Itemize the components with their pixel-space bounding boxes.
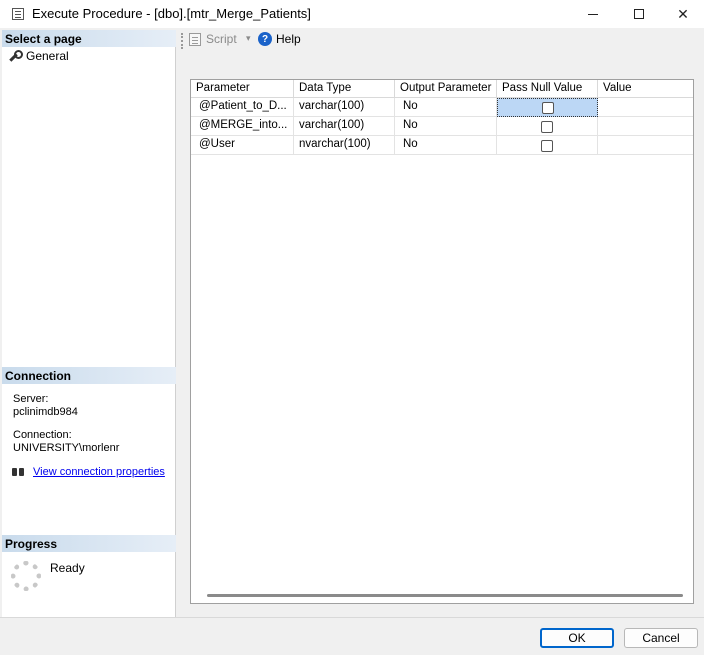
cancel-button[interactable]: Cancel bbox=[624, 628, 698, 648]
close-icon: ✕ bbox=[677, 5, 689, 22]
value-cell[interactable] bbox=[598, 98, 693, 117]
toolbar: Script ▾ ? Help bbox=[178, 30, 704, 52]
data-type-cell[interactable]: varchar(100) bbox=[294, 117, 395, 136]
table-row[interactable]: @Patient_to_D... varchar(100) No bbox=[191, 98, 693, 117]
horizontal-scrollbar[interactable] bbox=[207, 594, 683, 597]
progress-spinner-icon bbox=[11, 561, 41, 591]
data-type-cell[interactable]: varchar(100) bbox=[294, 98, 395, 117]
output-parameter-cell[interactable]: No bbox=[395, 98, 497, 117]
script-dropdown-icon[interactable]: ▾ bbox=[246, 33, 251, 44]
value-cell[interactable] bbox=[598, 136, 693, 155]
select-page-header: Select a page bbox=[2, 30, 176, 47]
toolbar-grip bbox=[181, 33, 183, 49]
parameters-grid: Parameter Data Type Output Parameter Pas… bbox=[190, 79, 694, 604]
help-button[interactable]: ? Help bbox=[258, 32, 301, 46]
server-value: pclinimdb984 bbox=[13, 406, 78, 418]
progress-header: Progress bbox=[2, 535, 176, 552]
view-connection-properties[interactable]: View connection properties bbox=[11, 465, 165, 479]
button-bar: OK Cancel bbox=[0, 617, 704, 655]
minimize-icon bbox=[588, 13, 598, 15]
left-pane: Select a page General Connection Server:… bbox=[2, 30, 176, 617]
server-label: Server: bbox=[13, 393, 49, 405]
column-header-output-parameter[interactable]: Output Parameter bbox=[395, 80, 497, 98]
parameter-cell[interactable]: @MERGE_into... bbox=[191, 117, 294, 136]
output-parameter-cell[interactable]: No bbox=[395, 117, 497, 136]
column-header-data-type[interactable]: Data Type bbox=[294, 80, 395, 98]
grid-header: Parameter Data Type Output Parameter Pas… bbox=[191, 80, 693, 98]
script-label: Script bbox=[206, 32, 237, 46]
output-parameter-cell[interactable]: No bbox=[395, 136, 497, 155]
close-button[interactable]: ✕ bbox=[660, 0, 704, 28]
parameter-cell[interactable]: @Patient_to_D... bbox=[191, 98, 294, 117]
view-connection-properties-link[interactable]: View connection properties bbox=[33, 466, 165, 478]
pass-null-cell[interactable] bbox=[497, 98, 598, 117]
pass-null-cell[interactable] bbox=[497, 117, 598, 136]
pass-null-cell[interactable] bbox=[497, 136, 598, 155]
progress-status: Ready bbox=[50, 561, 85, 575]
connection-value: UNIVERSITY\morlenr bbox=[13, 442, 120, 454]
maximize-button[interactable] bbox=[616, 0, 662, 28]
script-icon bbox=[189, 32, 201, 46]
plug-icon bbox=[11, 465, 25, 479]
nav-item-general[interactable]: General bbox=[8, 49, 69, 63]
pass-null-checkbox[interactable] bbox=[541, 120, 553, 133]
maximize-icon bbox=[634, 9, 644, 19]
parameter-cell[interactable]: @User bbox=[191, 136, 294, 155]
window-title: Execute Procedure - [dbo].[mtr_Merge_Pat… bbox=[32, 6, 311, 21]
script-button[interactable]: Script bbox=[189, 32, 237, 46]
help-icon: ? bbox=[258, 32, 272, 46]
column-header-parameter[interactable]: Parameter bbox=[191, 80, 294, 98]
procedure-icon bbox=[12, 8, 24, 20]
nav-item-label: General bbox=[26, 49, 69, 63]
table-row[interactable]: @User nvarchar(100) No bbox=[191, 136, 693, 155]
minimize-button[interactable] bbox=[570, 0, 616, 28]
value-cell[interactable] bbox=[598, 117, 693, 136]
wrench-icon bbox=[8, 50, 23, 62]
pass-null-checkbox[interactable] bbox=[541, 101, 554, 114]
column-header-value[interactable]: Value bbox=[598, 80, 693, 98]
data-type-cell[interactable]: nvarchar(100) bbox=[294, 136, 395, 155]
connection-header: Connection bbox=[2, 367, 176, 384]
ok-button[interactable]: OK bbox=[540, 628, 614, 648]
column-header-pass-null-value[interactable]: Pass Null Value bbox=[497, 80, 598, 98]
connection-label: Connection: bbox=[13, 429, 72, 441]
pass-null-checkbox[interactable] bbox=[541, 139, 553, 152]
help-label: Help bbox=[276, 32, 301, 46]
title-bar: Execute Procedure - [dbo].[mtr_Merge_Pat… bbox=[0, 0, 704, 28]
table-row[interactable]: @MERGE_into... varchar(100) No bbox=[191, 117, 693, 136]
